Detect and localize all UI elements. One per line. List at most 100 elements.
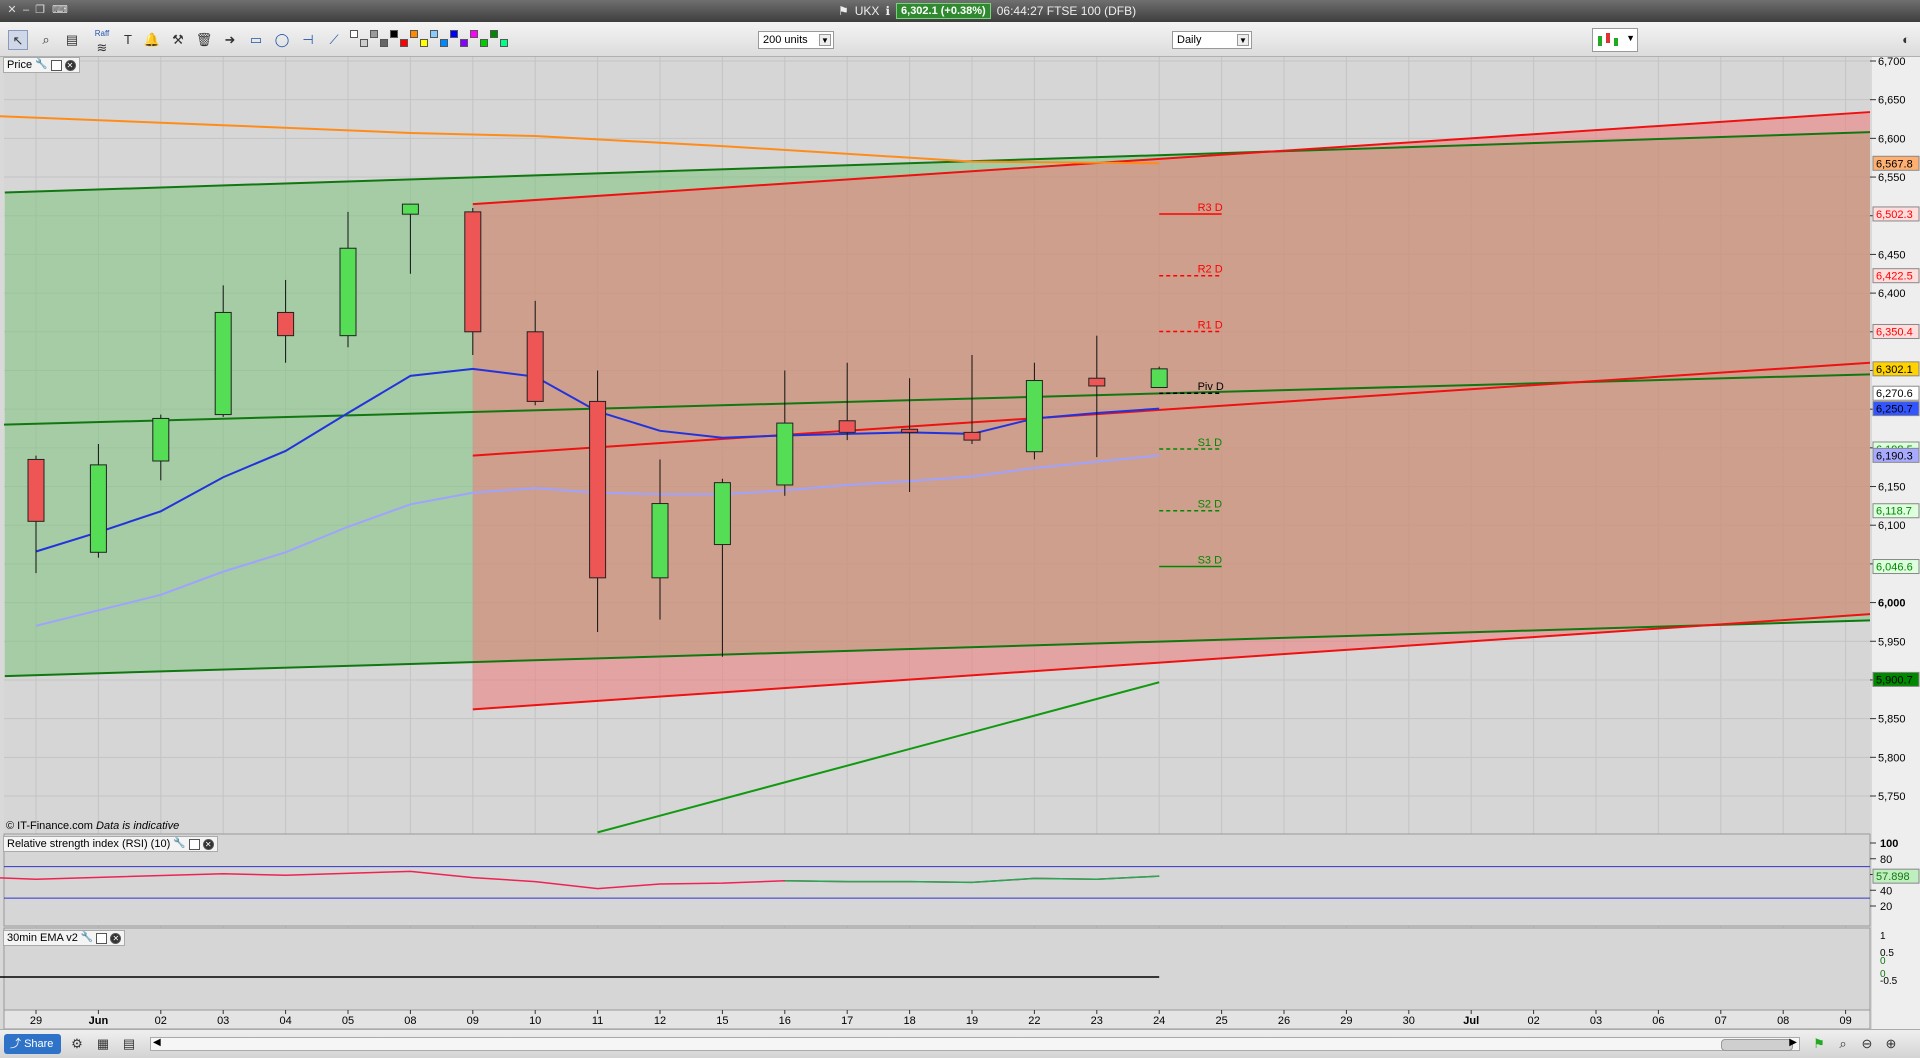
candle-body <box>152 417 170 462</box>
x-tick-label: 23 <box>1091 1015 1103 1027</box>
copyright-text: © IT-Finance.com <box>6 820 93 832</box>
ema-panel: 10.500-0.5 <box>0 927 1898 1011</box>
x-tick-label: 11 <box>592 1015 603 1027</box>
candle-body <box>1150 368 1168 388</box>
candle-body <box>838 420 856 433</box>
x-tick-label: 22 <box>1028 1015 1040 1027</box>
horizontal-scrollbar[interactable]: ◀ ▶ <box>150 1037 1800 1051</box>
chart-settings-icon[interactable]: ⚑ <box>1810 1035 1828 1053</box>
pivot-label: S1 D <box>1198 437 1223 449</box>
candle-body <box>27 458 45 522</box>
close-icon[interactable]: ✕ <box>64 59 76 71</box>
ema-tick-label: 0 <box>1880 956 1886 967</box>
ema-plot-bg <box>3 927 1871 1011</box>
x-tick-label: 26 <box>1278 1015 1290 1027</box>
link-icon[interactable]: ⚙ <box>68 1035 86 1053</box>
rsi-plot-bg <box>3 833 1871 927</box>
x-tick-label: 04 <box>279 1015 291 1027</box>
ema-tick-label: -0.5 <box>1880 976 1898 987</box>
candle-body <box>526 331 544 402</box>
price-marker-label: 6,250.7 <box>1876 404 1913 416</box>
price-marker-label: 6,270.6 <box>1876 388 1913 400</box>
x-tick-label: 09 <box>467 1015 479 1027</box>
pivot-label: S2 D <box>1198 499 1223 511</box>
x-tick-label: 24 <box>1153 1015 1165 1027</box>
x-tick-label: 08 <box>1777 1015 1789 1027</box>
x-tick-label: 16 <box>779 1015 791 1027</box>
x-tick-label: Jul <box>1463 1015 1479 1027</box>
x-tick-label: 02 <box>155 1015 167 1027</box>
y-tick-label: 5,950 <box>1878 636 1906 648</box>
close-icon[interactable]: ✕ <box>202 838 214 850</box>
pivot-label: R1 D <box>1198 319 1223 331</box>
ema-panel-title: 30min EMA v2 <box>7 932 78 944</box>
y-tick-label: 5,850 <box>1878 714 1906 726</box>
rsi-tick-label: 100 <box>1880 838 1898 850</box>
zoom-in-icon[interactable]: ⊕ <box>1882 1035 1900 1053</box>
candle-body <box>1088 377 1106 387</box>
x-tick-label: 12 <box>654 1015 666 1027</box>
candle-body <box>277 311 295 337</box>
y-tick-label: 6,100 <box>1878 520 1906 532</box>
price-marker-label: 6,302.1 <box>1876 364 1913 376</box>
rsi-tick-label: 20 <box>1880 901 1892 913</box>
zoom-fit-icon[interactable]: ⌕ <box>1834 1035 1852 1053</box>
y-tick-label: 6,000 <box>1878 598 1906 610</box>
y-tick-label: 5,750 <box>1878 791 1906 803</box>
ema-panel-header: 30min EMA v2 🔧 ✕ <box>3 930 126 946</box>
pivot-label: R2 D <box>1198 264 1223 276</box>
y-tick-label: 6,550 <box>1878 172 1906 184</box>
status-bar: ⤴ Share ⚙ ▦ ▤ ◀ ▶ ⚑ ⌕ ⊖ ⊕ <box>0 1029 1920 1058</box>
x-tick-label: 19 <box>966 1015 978 1027</box>
share-button[interactable]: ⤴ Share <box>4 1034 62 1054</box>
x-tick-label: 29 <box>30 1015 42 1027</box>
y-tick-label: 6,400 <box>1878 288 1906 300</box>
maximize-icon[interactable] <box>188 838 200 850</box>
zoom-out-icon[interactable]: ⊖ <box>1858 1035 1876 1053</box>
price-marker-label: 6,350.4 <box>1876 326 1913 338</box>
red-channel-fill <box>472 112 1870 710</box>
table-icon[interactable]: ▦ <box>94 1035 112 1053</box>
chart-canvas[interactable]: R3 D R2 D R1 D Piv D S1 D S2 D S3 D 6,700 6,650 6… <box>0 0 1920 1029</box>
candle-body <box>651 503 669 579</box>
wrench-icon[interactable]: 🔧 <box>173 837 185 851</box>
scroll-left-icon[interactable]: ◀ <box>153 1037 161 1048</box>
wrench-icon[interactable]: 🔧 <box>35 58 47 72</box>
candle-body <box>89 464 107 553</box>
x-tick-label: 03 <box>217 1015 229 1027</box>
candle-body <box>339 247 357 337</box>
grid-icon[interactable]: ▤ <box>120 1035 138 1053</box>
y-tick-label: 6,150 <box>1878 482 1906 494</box>
x-tick-label: 03 <box>1590 1015 1602 1027</box>
y-tick-label: 6,600 <box>1878 133 1906 145</box>
x-tick-label: 08 <box>404 1015 416 1027</box>
price-marker-label: 6,502.3 <box>1876 209 1913 221</box>
candle-body <box>1025 380 1043 453</box>
candle-body <box>901 428 919 433</box>
pivot-label: S3 D <box>1198 555 1223 567</box>
scroll-thumb[interactable] <box>1721 1039 1793 1051</box>
x-tick-label: 05 <box>342 1015 354 1027</box>
maximize-icon[interactable] <box>50 59 62 71</box>
x-tick-label: 18 <box>903 1015 915 1027</box>
price-marker-label: 6,118.7 <box>1876 506 1912 518</box>
candle <box>1150 366 1168 388</box>
price-panel-header: Price 🔧 ✕ <box>3 57 80 73</box>
rsi-panel-header: Relative strength index (RSI) (10) 🔧 ✕ <box>3 836 218 852</box>
y-tick-label: 6,450 <box>1878 249 1906 261</box>
close-icon[interactable]: ✕ <box>110 932 122 944</box>
pivot-label: R3 D <box>1198 202 1223 214</box>
price-marker-label: 6,046.6 <box>1876 562 1913 574</box>
x-tick-label: 25 <box>1215 1015 1227 1027</box>
x-tick-label: 09 <box>1839 1015 1851 1027</box>
x-tick-label: 30 <box>1403 1015 1415 1027</box>
rsi-tick-label: 40 <box>1880 885 1892 897</box>
rsi-panel: 1008060402057.898 <box>0 833 1920 927</box>
wrench-icon[interactable]: 🔧 <box>81 931 93 945</box>
x-tick-label: 06 <box>1652 1015 1664 1027</box>
scroll-right-icon[interactable]: ▶ <box>1789 1037 1797 1048</box>
maximize-icon[interactable] <box>96 932 108 944</box>
candle-body <box>464 211 482 333</box>
rsi-tick-label: 80 <box>1880 854 1892 866</box>
candle-body <box>713 482 731 546</box>
